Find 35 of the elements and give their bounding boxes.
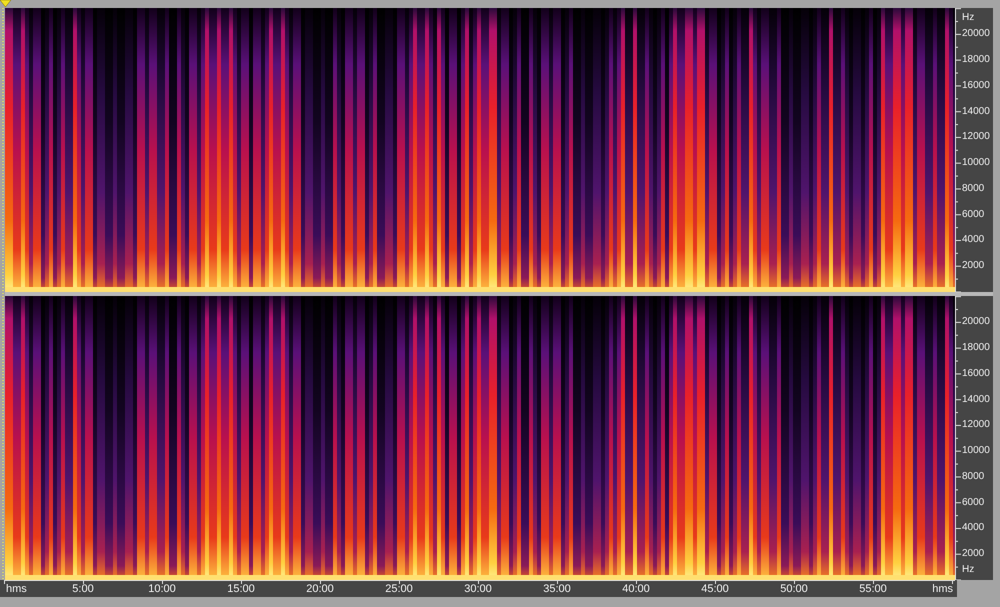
- frequency-label: 4000: [962, 234, 984, 246]
- unit-label: Hz: [962, 12, 974, 24]
- time-label: 25:00: [385, 583, 413, 595]
- frequency-label: 18000: [962, 342, 990, 354]
- frequency-label: 6000: [962, 208, 984, 221]
- time-label: 15:00: [227, 583, 255, 595]
- unit-label: hms: [932, 583, 953, 595]
- frequency-label: 18000: [962, 54, 990, 66]
- time-label: 55:00: [859, 583, 887, 595]
- time-label: 5:00: [72, 583, 94, 595]
- unit-label: hms: [6, 583, 27, 595]
- time-label: 35:00: [543, 583, 571, 595]
- frequency-label: 6000: [962, 496, 984, 509]
- frequency-label: 10000: [962, 157, 990, 170]
- frequency-label: 12000: [962, 419, 990, 432]
- frequency-label: 2000: [962, 548, 984, 560]
- time-label: 30:00: [464, 583, 492, 595]
- time-label: 50:00: [780, 583, 808, 595]
- time-label: 10:00: [148, 583, 176, 595]
- frequency-label: 8000: [962, 470, 984, 483]
- frequency-label: 14000: [962, 106, 990, 118]
- time-label: 40:00: [622, 583, 650, 595]
- frequency-label: 16000: [962, 80, 990, 92]
- frequency-label: 4000: [962, 522, 984, 534]
- frequency-label: 10000: [962, 445, 990, 458]
- frequency-label: 8000: [962, 182, 984, 195]
- frequency-label: 20000: [962, 316, 990, 328]
- time-label: 20:00: [306, 583, 334, 595]
- unit-label: Hz: [962, 564, 974, 576]
- frequency-label: 2000: [962, 260, 984, 272]
- frequency-label: 12000: [962, 131, 990, 144]
- frequency-label: 16000: [962, 368, 990, 380]
- time-label: 45:00: [701, 583, 729, 595]
- frequency-label: 14000: [962, 394, 990, 406]
- frequency-label: 20000: [962, 28, 990, 40]
